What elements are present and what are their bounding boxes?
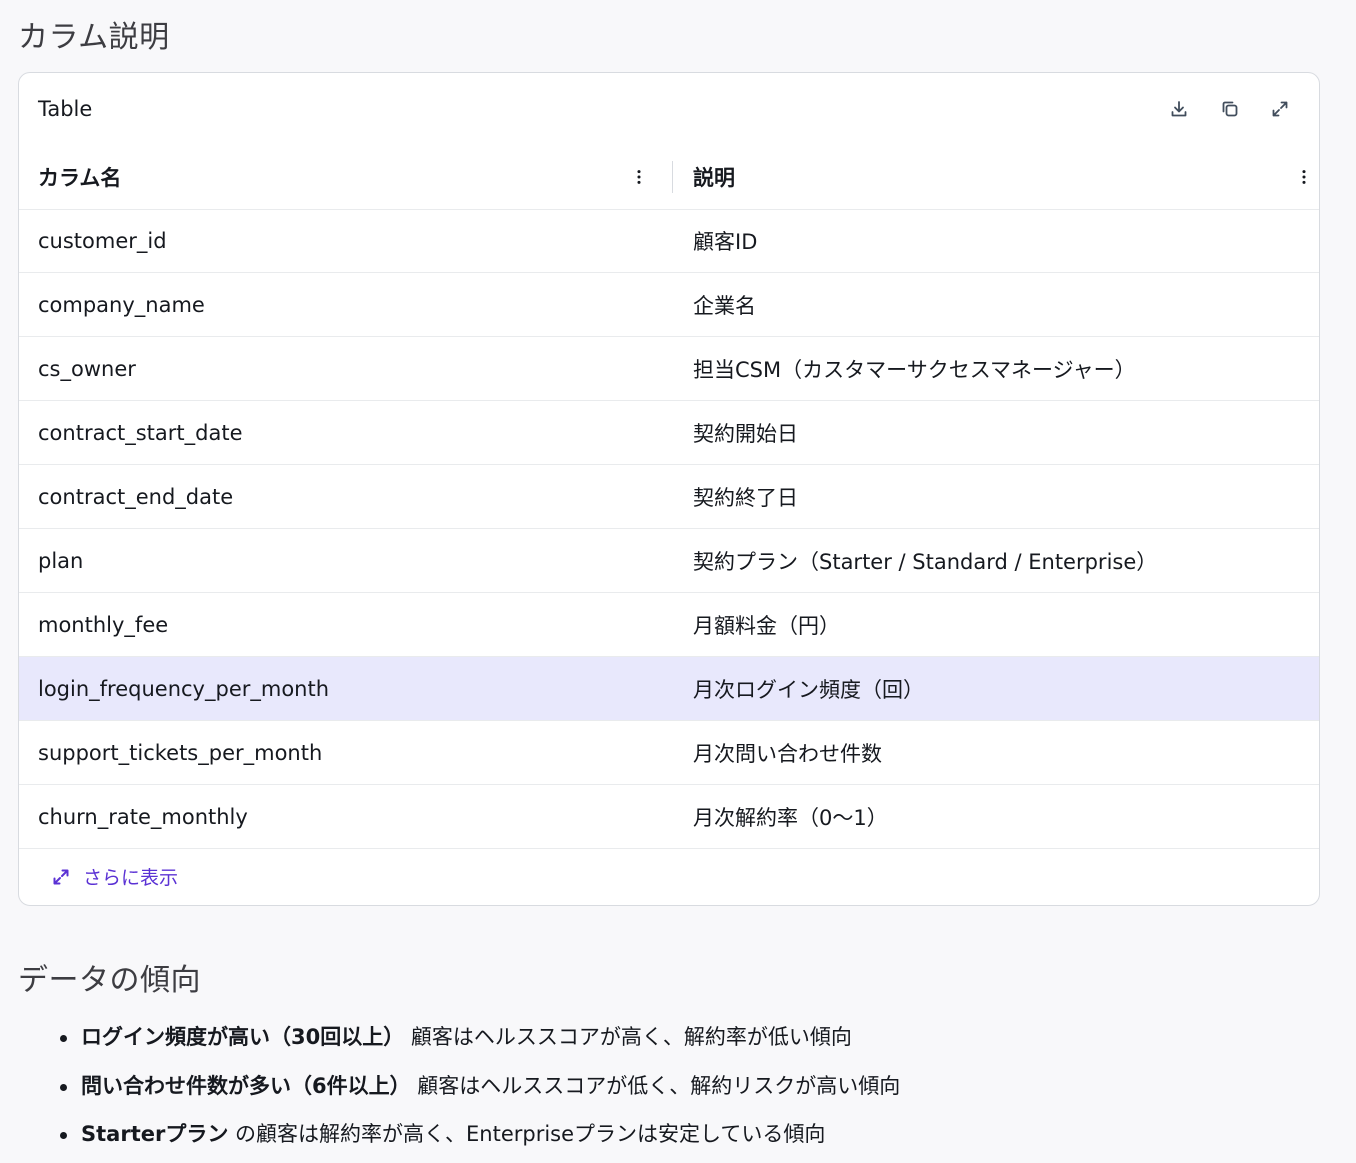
table-row[interactable]: company_name 企業名 <box>19 273 1319 337</box>
trend-text: 顧客はヘルススコアが低く、解約リスクが高い傾向 <box>410 1073 901 1098</box>
table-body: customer_id 顧客ID company_name 企業名 cs_own… <box>19 209 1319 849</box>
copy-icon <box>1222 101 1238 117</box>
trend-emphasis: 問い合わせ件数が多い（6件以上） <box>81 1073 411 1098</box>
table-row[interactable]: monthly_fee 月額料金（円） <box>19 593 1319 657</box>
table-row[interactable]: churn_rate_monthly 月次解約率（0〜1） <box>19 785 1319 849</box>
cell-description: 月次ログイン頻度（回） <box>693 677 924 702</box>
column-menu-button-description[interactable] <box>1296 167 1312 187</box>
list-item: 問い合わせ件数が多い（6件以上） 顧客はヘルススコアが低く、解約リスクが高い傾向 <box>58 1066 900 1115</box>
cell-description: 担当CSM（カスタマーサクセスマネージャー） <box>693 357 1136 382</box>
cell-column-name: customer_id <box>38 228 167 253</box>
trends-list: ログイン頻度が高い（30回以上） 顧客はヘルススコアが高く、解約率が低い傾向 問… <box>58 1017 900 1163</box>
table-row[interactable]: contract_end_date 契約終了日 <box>19 465 1319 529</box>
trend-text: 顧客はヘルススコアが高く、解約率が低い傾向 <box>404 1025 852 1049</box>
table-row[interactable]: customer_id 顧客ID <box>19 209 1319 273</box>
expand-icon <box>1272 101 1288 117</box>
cell-column-name: contract_end_date <box>38 484 234 509</box>
table-row-highlighted[interactable]: login_frequency_per_month 月次ログイン頻度（回） <box>19 657 1319 721</box>
cell-description: 契約終了日 <box>693 485 798 510</box>
table-row[interactable]: contract_start_date 契約開始日 <box>19 401 1319 465</box>
column-menu-button-name[interactable] <box>631 167 647 187</box>
table-title: Table <box>38 97 93 121</box>
cell-description: 顧客ID <box>693 229 758 254</box>
column-resize-handle[interactable] <box>672 161 673 193</box>
trend-emphasis: ログイン頻度が高い（30回以上） <box>81 1025 405 1049</box>
list-item: Starterプラン の顧客は解約率が高く、Enterpriseプランは安定して… <box>58 1114 900 1163</box>
section-title-columns: カラム説明 <box>18 20 170 55</box>
table-header: Table <box>19 73 1319 145</box>
cell-column-name: plan <box>38 548 84 573</box>
expand-icon <box>53 869 69 884</box>
cell-description: 契約プラン（Starter / Standard / Enterprise） <box>693 549 1158 574</box>
cell-column-name: cs_owner <box>38 356 136 381</box>
cell-column-name: contract_start_date <box>38 420 243 445</box>
cell-description: 月次解約率（0〜1） <box>693 805 888 830</box>
cell-column-name: support_tickets_per_month <box>38 740 323 765</box>
table-row[interactable]: plan 契約プラン（Starter / Standard / Enterpri… <box>19 529 1319 593</box>
table-card: Table カラム名 説明 customer_id 顧客ID company_n… <box>18 72 1320 906</box>
cell-description: 月次問い合わせ件数 <box>693 741 882 766</box>
section-title-trends: データの傾向 <box>18 963 201 998</box>
column-header-description[interactable]: 説明 <box>693 145 735 209</box>
cell-column-name: company_name <box>38 292 205 317</box>
kebab-icon <box>1302 170 1306 184</box>
cell-description: 月額料金（円） <box>693 613 840 638</box>
trend-text: の顧客は解約率が高く、Enterpriseプランは安定している傾向 <box>228 1122 826 1146</box>
download-icon <box>1171 101 1187 117</box>
column-header-name[interactable]: カラム名 <box>38 145 121 209</box>
column-header-row: カラム名 説明 <box>19 145 1319 210</box>
cell-column-name: churn_rate_monthly <box>38 804 248 829</box>
table-row[interactable]: cs_owner 担当CSM（カスタマーサクセスマネージャー） <box>19 337 1319 401</box>
kebab-icon <box>637 170 641 184</box>
show-more-label: さらに表示 <box>83 867 179 889</box>
list-item: ログイン頻度が高い（30回以上） 顧客はヘルススコアが高く、解約率が低い傾向 <box>58 1017 900 1066</box>
cell-description: 企業名 <box>693 293 756 318</box>
show-more-button[interactable]: さらに表示 <box>51 863 178 890</box>
expand-button[interactable] <box>1268 97 1292 121</box>
copy-button[interactable] <box>1218 97 1242 121</box>
table-row[interactable]: support_tickets_per_month 月次問い合わせ件数 <box>19 721 1319 785</box>
cell-column-name: login_frequency_per_month <box>38 676 330 701</box>
download-button[interactable] <box>1167 97 1191 121</box>
trend-emphasis: Starterプラン <box>81 1122 229 1146</box>
cell-description: 契約開始日 <box>693 421 798 446</box>
cell-column-name: monthly_fee <box>38 612 169 637</box>
